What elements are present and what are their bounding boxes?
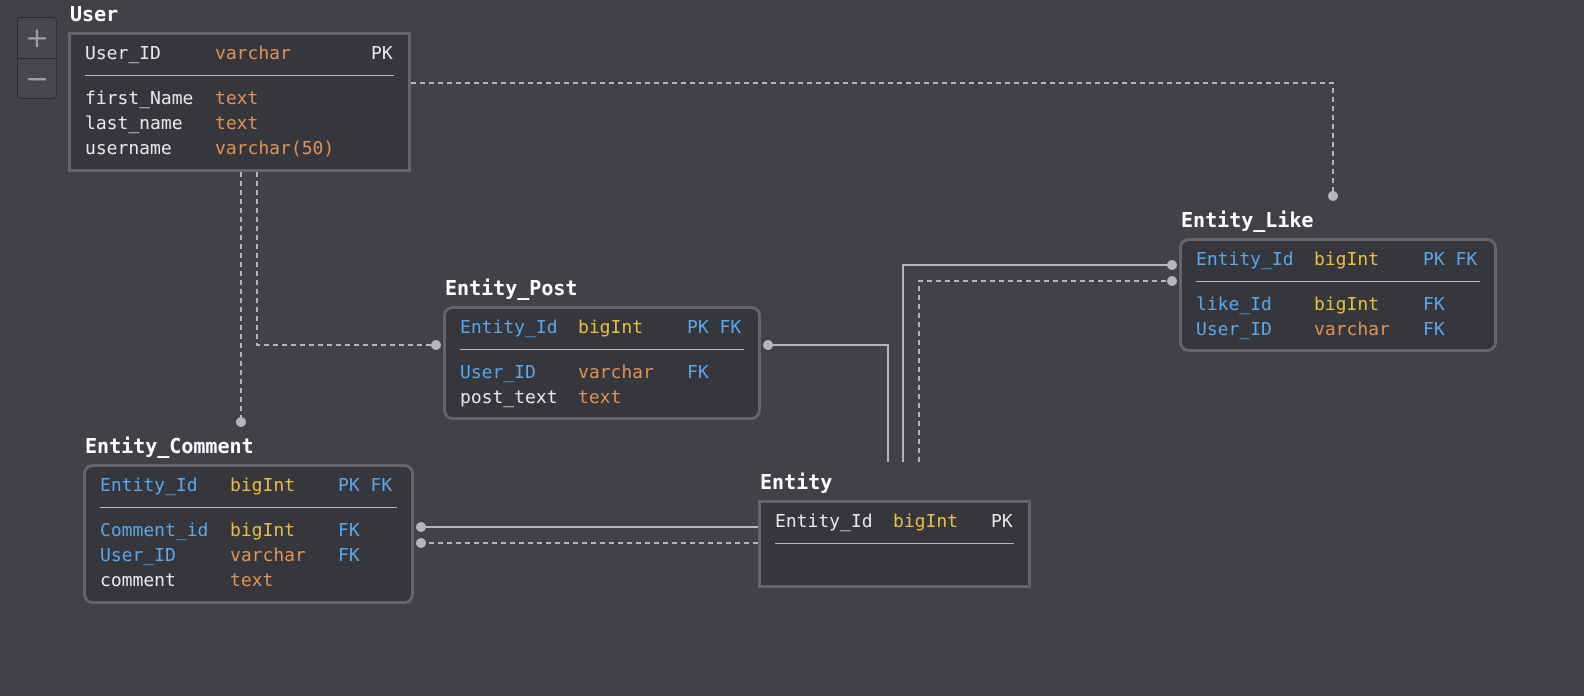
connector-dot (416, 538, 426, 548)
field-type: bigInt (893, 511, 959, 532)
field-type: text (215, 113, 259, 134)
table-entity-like[interactable]: Entity_Like Entity_Id bigInt PK FK like_… (1179, 208, 1497, 352)
field-name: last_name (85, 113, 183, 134)
table-title: Entity_Like (1181, 208, 1314, 232)
field-row[interactable]: post_text text (460, 385, 744, 410)
field-type: varchar (230, 545, 306, 566)
pk-row[interactable]: Entity_Id bigInt PK (775, 509, 1014, 534)
key-badge: PK (991, 511, 1013, 532)
connector-dot (236, 417, 246, 427)
table-entity-comment[interactable]: Entity_Comment Entity_Id bigInt PK FK Co… (83, 434, 414, 604)
field-name: User_ID (460, 362, 536, 383)
table-entity-post[interactable]: Entity_Post Entity_Id bigInt PK FK User_… (443, 276, 761, 420)
field-type: bigInt (230, 520, 296, 541)
field-row[interactable]: comment text (100, 568, 397, 593)
field-row[interactable]: User_ID varchar FK (100, 543, 397, 568)
pk-row[interactable]: Entity_Id bigInt PK FK (100, 473, 397, 498)
key-badge: PK FK (338, 475, 393, 496)
pk-row[interactable]: Entity_Id bigInt PK FK (1196, 247, 1480, 272)
table-title: Entity_Comment (85, 434, 254, 458)
connector-dot (431, 340, 441, 350)
connector-dot (1167, 260, 1177, 270)
divider (460, 349, 744, 350)
field-row[interactable]: User_ID varchar FK (460, 360, 744, 385)
field-name: first_Name (85, 88, 194, 109)
field-type: varchar (578, 362, 654, 383)
key-badge: PK (371, 43, 393, 64)
divider (100, 507, 397, 508)
field-row[interactable]: username varchar(50) (85, 136, 394, 161)
field-name: User_ID (1196, 319, 1272, 340)
field-type: bigInt (230, 475, 296, 496)
divider (1196, 281, 1480, 282)
field-name: comment (100, 570, 176, 591)
key-badge: PK FK (1423, 249, 1478, 270)
table-entity[interactable]: Entity Entity_Id bigInt PK (758, 470, 1031, 588)
key-badge: PK FK (687, 317, 742, 338)
field-type: text (230, 570, 274, 591)
field-row[interactable]: last_name text (85, 111, 394, 136)
field-name: Entity_Id (100, 475, 198, 496)
field-name: Comment_id (100, 520, 209, 541)
field-type: bigInt (1314, 249, 1380, 270)
connector-dot (1167, 276, 1177, 286)
key-badge: FK (687, 362, 709, 383)
key-badge: FK (338, 545, 360, 566)
key-badge: FK (338, 520, 360, 541)
pk-row[interactable]: Entity_Id bigInt PK FK (460, 315, 744, 340)
field-type: varchar (1314, 319, 1390, 340)
link-user-entity-post (256, 172, 436, 346)
connector-dot (416, 522, 426, 532)
field-row[interactable]: first_Name text (85, 86, 394, 111)
connector-dot (1328, 191, 1338, 201)
field-row[interactable]: Comment_id bigInt FK (100, 518, 397, 543)
field-type: text (578, 387, 622, 408)
link-entity-entity-like-solid (902, 264, 1172, 462)
connector-dot (763, 340, 773, 350)
field-type: bigInt (578, 317, 644, 338)
link-entity-entity-like-dashed (918, 280, 1172, 462)
field-row[interactable]: User_ID varchar FK (1196, 317, 1480, 342)
field-row[interactable]: like_Id bigInt FK (1196, 292, 1480, 317)
table-title: Entity_Post (445, 276, 578, 300)
field-type: varchar(50) (215, 138, 335, 159)
table-title: User (70, 2, 119, 26)
field-name: Entity_Id (1196, 249, 1294, 270)
field-type: varchar (215, 43, 291, 64)
field-type: bigInt (1314, 294, 1380, 315)
link-entity-entity-post (768, 344, 889, 462)
field-name: User_ID (100, 545, 176, 566)
table-title: Entity (760, 470, 833, 494)
divider (775, 543, 1014, 544)
field-name: Entity_Id (775, 511, 873, 532)
field-name: like_Id (1196, 294, 1272, 315)
field-name: User_ID (85, 43, 161, 64)
pk-row[interactable]: User_ID varchar PK (85, 41, 394, 66)
link-user-entity-like (411, 82, 1334, 196)
key-badge: FK (1423, 294, 1445, 315)
divider (85, 75, 394, 76)
table-user[interactable]: User User_ID varchar PK first_Name text … (68, 2, 411, 172)
key-badge: FK (1423, 319, 1445, 340)
field-name: Entity_Id (460, 317, 558, 338)
field-name: post_text (460, 387, 558, 408)
field-name: username (85, 138, 172, 159)
field-type: text (215, 88, 259, 109)
